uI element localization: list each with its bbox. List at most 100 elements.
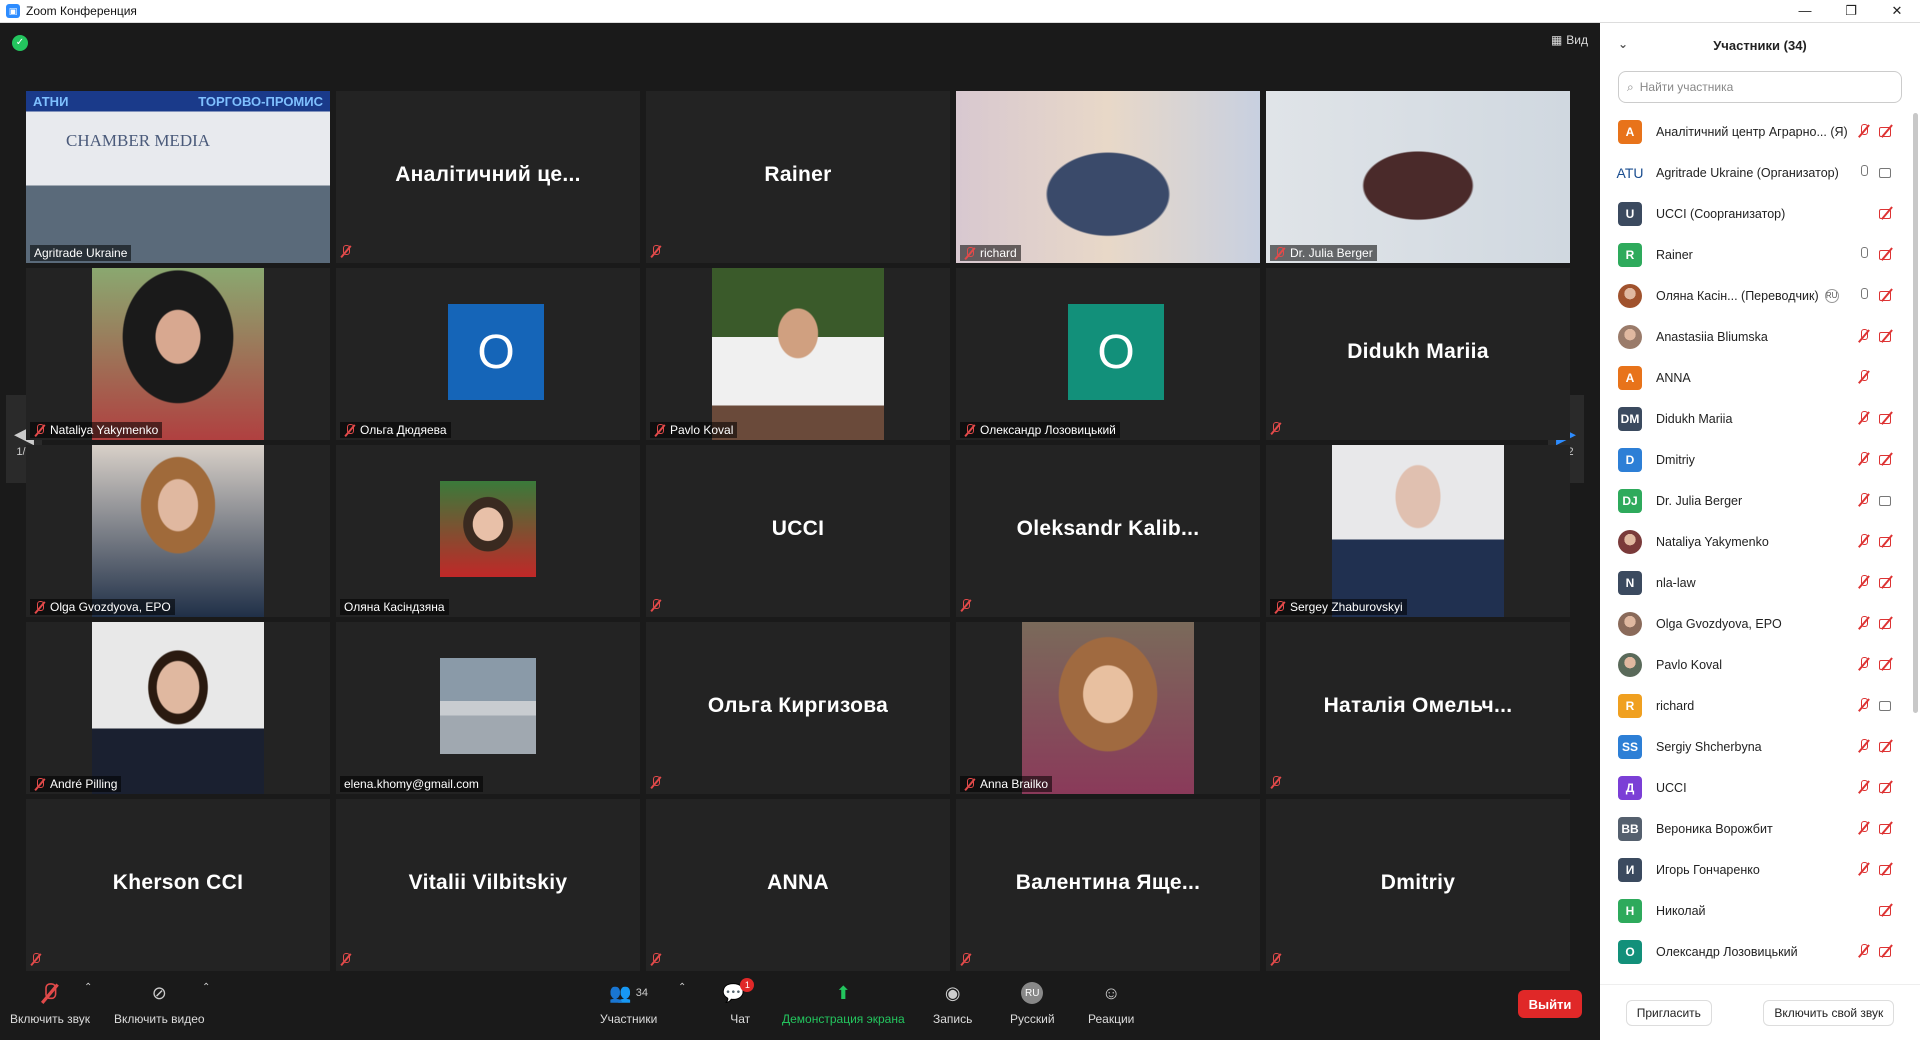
participant-row[interactable]: Nataliya Yakymenko — [1600, 521, 1905, 562]
video-tile[interactable]: UCCI — [646, 445, 950, 617]
participant-avatar: N — [1618, 570, 1642, 595]
participant-row[interactable]: DM Didukh Mariia — [1600, 398, 1905, 439]
video-tile[interactable]: АТНИ ТОРГОВО-ПРОМИС CHAMBER MEDIA Agritrade… — [26, 91, 330, 263]
participant-row[interactable]: Anastasiia Bliumska — [1600, 316, 1905, 357]
tile-name-label: André Pilling — [30, 776, 122, 792]
audio-caret-icon[interactable]: ⌃ — [84, 982, 92, 993]
participants-icon: 👥 34 — [609, 982, 648, 1003]
participant-row[interactable]: Оляна Касін... (Переводчик) RU — [1600, 275, 1905, 316]
participant-row[interactable]: Rrichard — [1600, 685, 1905, 726]
window-title: Zoom Конференция — [26, 4, 137, 18]
participant-row[interactable]: R Rainer — [1600, 234, 1905, 275]
participant-row[interactable]: ВВ Вероника Ворожбит — [1600, 808, 1905, 849]
share-screen-icon: ⬆ — [835, 982, 851, 1003]
participant-row[interactable]: Pavlo Koval — [1600, 644, 1905, 685]
participant-avatar: О — [1068, 304, 1164, 400]
video-tile[interactable]: Ольга Киргизова — [646, 622, 950, 794]
participant-row[interactable]: A Аналітичний центр Аграрно... (Я) — [1600, 111, 1905, 152]
video-tile[interactable]: О Ольга Дюдяева — [336, 268, 640, 440]
video-tile[interactable]: Валентина Яще... — [956, 799, 1260, 971]
share-screen-button[interactable]: ⬆ Демонстрация экрана — [782, 980, 905, 1027]
reactions-button[interactable]: ☺ Реакции — [1088, 980, 1134, 1027]
security-shield-icon[interactable]: ✓ — [12, 35, 28, 51]
participant-row[interactable]: О Олександр Лозовицький — [1600, 931, 1905, 972]
tile-name-label: Оляна Касіндзяна — [340, 599, 449, 615]
view-button[interactable]: ▦ Вид — [1551, 33, 1588, 47]
chevron-down-icon[interactable]: ⌄ — [1618, 37, 1628, 51]
grid-icon: ▦ — [1550, 33, 1563, 47]
participant-avatar: ВВ — [1618, 816, 1642, 841]
restore-icon[interactable]: ❐ — [1828, 0, 1874, 22]
video-tile[interactable]: Nataliya Yakymenko — [26, 268, 330, 440]
video-tile[interactable]: Didukh Mariia — [1266, 268, 1570, 440]
muted-mic-icon — [650, 953, 664, 967]
participant-status-icons — [1857, 821, 1895, 835]
muted-mic-icon — [34, 600, 46, 614]
language-button[interactable]: RU Русский — [1010, 980, 1055, 1026]
participant-row[interactable]: ATU Agritrade Ukraine (Организатор) — [1600, 152, 1905, 193]
muted-mic-icon — [1274, 600, 1286, 614]
participant-row[interactable]: A ANNA — [1600, 357, 1905, 398]
participant-status-icons — [1857, 206, 1895, 220]
participant-row[interactable]: И Игорь Гончаренко — [1600, 849, 1905, 890]
video-tile[interactable]: Наталія Омельч... — [1266, 622, 1570, 794]
participant-search-input[interactable]: ⌕ Найти участника — [1618, 71, 1902, 103]
video-tile[interactable]: Olga Gvozdyova, EPO — [26, 445, 330, 617]
video-tile[interactable]: Oleksandr Kalib... — [956, 445, 1260, 617]
video-tile[interactable]: Аналітичний це... — [336, 91, 640, 263]
reaction-smile-icon: ☺ — [1101, 982, 1121, 1003]
participant-name: Аналітичний центр Аграрно... (Я) — [1656, 124, 1848, 139]
audio-button[interactable]: Включить звук — [10, 980, 90, 1026]
camera-icon — [1879, 493, 1895, 507]
video-caret-icon[interactable]: ⌃ — [202, 982, 210, 993]
video-tile[interactable]: О Олександр Лозовицький — [956, 268, 1260, 440]
participant-video-feed — [1332, 445, 1504, 617]
participants-button[interactable]: 👥 34 Участники — [600, 980, 657, 1027]
panel-header: ⌄ Участники (34) — [1600, 23, 1920, 67]
tile-name-label: Anna Brailko — [960, 776, 1053, 792]
participant-row[interactable]: Nnla-law — [1600, 562, 1905, 603]
video-tile[interactable]: Pavlo Koval — [646, 268, 950, 440]
video-tile[interactable]: Sergey Zhaburovskyi — [1266, 445, 1570, 617]
muted-mic-icon — [960, 599, 974, 613]
video-tile[interactable]: André Pilling — [26, 622, 330, 794]
video-tile[interactable]: Оляна Касіндзяна — [336, 445, 640, 617]
participant-status-icons — [1857, 288, 1895, 302]
camera-off-icon — [1879, 124, 1895, 138]
video-button[interactable]: ⊘ Включить видео — [114, 980, 205, 1027]
participant-name: UCCI — [1656, 780, 1687, 795]
panel-scrollbar[interactable] — [1913, 113, 1918, 713]
video-tile[interactable]: richard — [956, 91, 1260, 263]
video-tile[interactable]: Dr. Julia Berger — [1266, 91, 1570, 263]
participant-name: Olga Gvozdyova, EPO — [1656, 616, 1782, 631]
invite-button[interactable]: Пригласить — [1625, 999, 1712, 1026]
leave-button[interactable]: Выйти — [1518, 990, 1582, 1018]
participant-row[interactable]: DJ Dr. Julia Berger — [1600, 480, 1905, 521]
chat-button[interactable]: 💬 1 Чат — [722, 978, 758, 1026]
video-tile[interactable]: Dmitriy — [1266, 799, 1570, 971]
video-tile[interactable]: Rainer — [646, 91, 950, 263]
participant-name: Pavlo Koval — [1656, 657, 1723, 672]
video-tile[interactable]: Anna Brailko — [956, 622, 1260, 794]
participant-avatar: A — [1618, 365, 1642, 390]
record-button[interactable]: ◉ Запись — [933, 980, 972, 1027]
participant-row[interactable]: Д UCCI — [1600, 767, 1905, 808]
muted-mic-icon — [650, 776, 664, 790]
participant-row[interactable]: SS Sergiy Shcherbyna — [1600, 726, 1905, 767]
participant-row[interactable]: Olga Gvozdyova, EPO — [1600, 603, 1905, 644]
tile-name-label: Dr. Julia Berger — [1270, 245, 1377, 261]
participant-row[interactable]: Н Николай — [1600, 890, 1905, 931]
video-tile[interactable]: ANNA — [646, 799, 950, 971]
close-icon[interactable]: ✕ — [1874, 0, 1920, 22]
video-tile[interactable]: Vitalii Vilbitskiy — [336, 799, 640, 971]
participant-avatar — [1618, 324, 1642, 349]
video-tile[interactable]: elena.khomy@gmail.com — [336, 622, 640, 794]
camera-off-icon — [1879, 288, 1895, 302]
participant-row[interactable]: D Dmitriy — [1600, 439, 1905, 480]
participant-row[interactable]: U UCCI (Соорганизатор) — [1600, 193, 1905, 234]
video-tile[interactable]: Kherson CCI — [26, 799, 330, 971]
unmute-self-button[interactable]: Включить свой звук — [1763, 999, 1895, 1026]
minimize-icon[interactable]: — — [1782, 0, 1828, 22]
participants-caret-icon[interactable]: ⌃ — [678, 982, 686, 993]
chat-badge: 1 — [740, 978, 755, 992]
